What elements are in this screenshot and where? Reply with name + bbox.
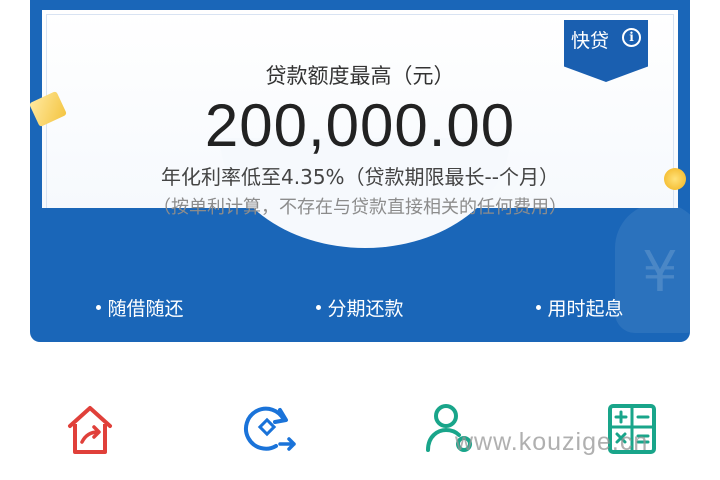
- interest-note: （按单利计算，不存在与贷款直接相关的任何费用）: [153, 197, 567, 218]
- feature-label: 分期还款: [327, 297, 404, 320]
- house-arrow-icon[interactable]: [62, 400, 118, 456]
- interest-rate-text: 年化利率低至4.35%（贷款期限最长--个月）: [161, 165, 559, 189]
- loan-limit-title: 贷款额度最高（元）: [265, 64, 455, 88]
- feature-item: 分期还款: [316, 292, 404, 322]
- info-icon[interactable]: i: [622, 28, 641, 47]
- feature-label: 随借随还: [107, 297, 184, 320]
- feature-list: 随借随还 分期还款 用时起息: [30, 292, 690, 322]
- feature-label: 用时起息: [547, 297, 624, 320]
- quick-loan-label: 快贷: [571, 30, 610, 52]
- repay-cycle-icon[interactable]: [242, 400, 298, 456]
- loan-amount: 200,000.00: [204, 92, 516, 159]
- bullet-dot: [96, 304, 102, 310]
- bullet-dot: [316, 304, 322, 310]
- bullet-dot: [536, 304, 542, 310]
- feature-item: 用时起息: [536, 292, 624, 322]
- watermark: www.kouzige.cn: [455, 428, 649, 456]
- feature-item: 随借随还: [96, 292, 184, 322]
